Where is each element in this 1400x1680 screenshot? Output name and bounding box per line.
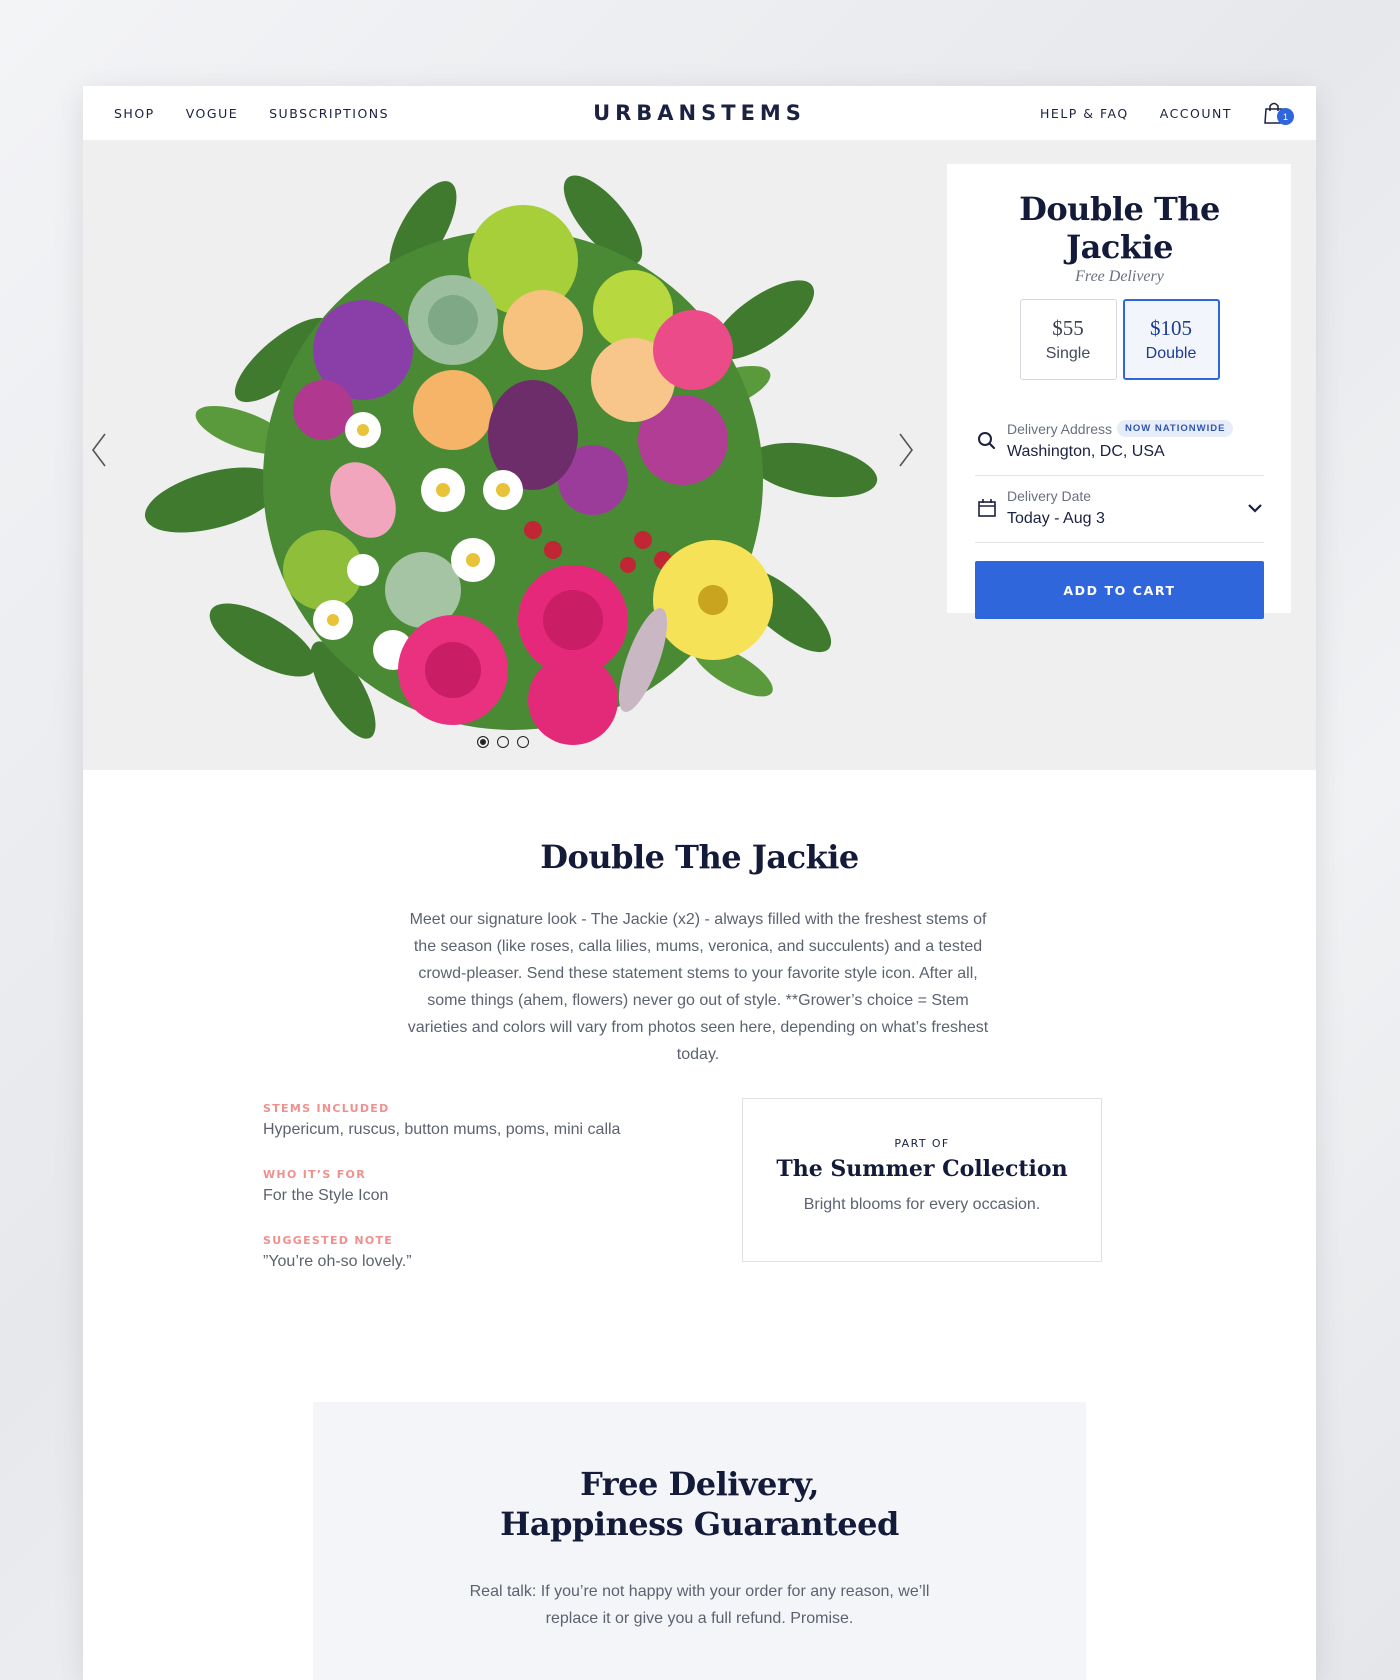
address-body: Delivery Address NOW NATIONWIDE Washingt… <box>1007 420 1264 461</box>
hero-section: Double The Jackie Free Delivery $55 Sing… <box>83 140 1316 770</box>
chevron-down-icon[interactable] <box>1246 499 1264 517</box>
guarantee-section: Free Delivery, Happiness Guaranteed Real… <box>313 1402 1086 1680</box>
carousel-dot-1[interactable] <box>477 736 489 748</box>
spec-label-stems: STEMS INCLUDED <box>263 1102 390 1115</box>
delivery-date-field[interactable]: Delivery Date Today - Aug 3 <box>975 476 1264 543</box>
description-title: Double The Jackie <box>540 838 859 876</box>
date-body: Delivery Date Today - Aug 3 <box>1007 488 1238 528</box>
add-to-cart-button[interactable]: ADD TO CART <box>975 561 1264 619</box>
cart-button[interactable]: 1 <box>1263 101 1294 125</box>
product-title: Double The Jackie <box>1019 190 1220 266</box>
address-label-row: Delivery Address NOW NATIONWIDE <box>1007 420 1264 437</box>
date-value: Today - Aug 3 <box>1007 510 1105 527</box>
guarantee-text: Real talk: If you’re not happy with your… <box>469 1583 930 1627</box>
price-label: Single <box>1045 345 1091 362</box>
collection-eyebrow: PART OF <box>894 1137 950 1150</box>
top-nav: SHOP VOGUE SUBSCRIPTIONS URBANSTEMS HELP… <box>83 86 1316 140</box>
price-amount: $55 <box>1052 316 1084 340</box>
address-value[interactable]: Washington, DC, USA <box>1007 443 1264 461</box>
carousel-dot-2[interactable] <box>497 736 509 748</box>
description-text: Meet our signature look - The Jackie (x2… <box>407 911 989 1063</box>
nav-shop-link[interactable]: SHOP <box>114 106 155 121</box>
price-option-single[interactable]: $55 Single <box>1019 299 1117 380</box>
spec-label-note: SUGGESTED NOTE <box>263 1234 394 1247</box>
spec-value-note: ”You’re oh-so lovely.” <box>263 1253 412 1270</box>
nav-account-link[interactable]: ACCOUNT <box>1160 106 1232 121</box>
price-label: Double <box>1145 345 1197 362</box>
date-label: Delivery Date <box>1007 488 1092 504</box>
nationwide-badge: NOW NATIONWIDE <box>1117 420 1234 437</box>
address-label: Delivery Address <box>1007 420 1113 437</box>
product-card: Double The Jackie Free Delivery $55 Sing… <box>947 164 1291 619</box>
calendar-icon <box>978 499 996 517</box>
price-amount: $105 <box>1150 316 1192 340</box>
delivery-address-field[interactable]: Delivery Address NOW NATIONWIDE Washingt… <box>975 408 1264 476</box>
search-icon <box>978 431 996 449</box>
carousel-dots <box>477 736 529 748</box>
collection-title: The Summer Collection <box>776 1156 1068 1182</box>
nav-vogue-link[interactable]: VOGUE <box>186 106 238 121</box>
product-specs: STEMS INCLUDED Hypericum, ruscus, button… <box>263 1102 683 1300</box>
nav-help-link[interactable]: HELP & FAQ <box>1040 106 1129 121</box>
bouquet-image <box>144 175 878 745</box>
spec-value-who: For the Style Icon <box>263 1187 389 1204</box>
product-page: SHOP VOGUE SUBSCRIPTIONS URBANSTEMS HELP… <box>83 86 1316 1680</box>
chevron-left-icon[interactable] <box>89 430 111 470</box>
collection-description: Bright blooms for every occasion. <box>803 1196 1041 1213</box>
product-subtitle: Free Delivery <box>1075 268 1164 285</box>
spec-label-who: WHO IT’S FOR <box>263 1168 366 1181</box>
nav-right: HELP & FAQ ACCOUNT 1 <box>1040 101 1294 125</box>
price-option-double[interactable]: $105 Double <box>1122 299 1220 380</box>
site-logo[interactable]: URBANSTEMS <box>593 101 806 125</box>
nav-subscriptions-link[interactable]: SUBSCRIPTIONS <box>269 106 389 121</box>
chevron-right-icon[interactable] <box>894 430 916 470</box>
spec-value-stems: Hypericum, ruscus, button mums, poms, mi… <box>263 1121 621 1138</box>
price-options: $55 Single $105 Double <box>975 299 1264 380</box>
guarantee-title: Free Delivery, Happiness Guaranteed <box>500 1465 899 1543</box>
carousel-dot-3[interactable] <box>517 736 529 748</box>
collection-card[interactable]: PART OF The Summer Collection Bright blo… <box>742 1098 1102 1262</box>
cart-count-badge: 1 <box>1277 108 1294 125</box>
nav-left: SHOP VOGUE SUBSCRIPTIONS <box>114 106 389 121</box>
